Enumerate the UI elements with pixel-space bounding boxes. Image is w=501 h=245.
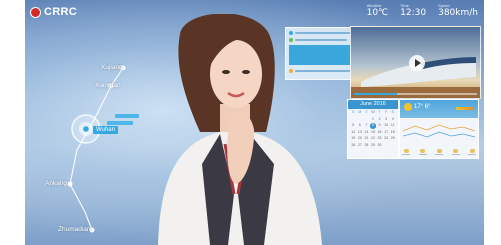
forecast-icon (453, 149, 458, 153)
notification-text-line (295, 39, 347, 41)
stop-label-ankang: Ankang (45, 180, 68, 187)
calendar-grid: S M T W T F S 1 2 3 4 5 6 7 8 9 10 11 12 13 14 15 16 17 18 19 20 21… (348, 109, 398, 149)
status-weather-value: 10℃ (366, 8, 389, 18)
calendar-day (383, 143, 390, 149)
weather-temp: 17° 6° (414, 104, 431, 110)
calendar-widget[interactable]: June 2016 S M T W T F S 1 2 3 4 5 6 7 8 9 10 11 12 13 14 15 16… (347, 99, 399, 159)
forecast-text (451, 154, 460, 155)
calendar-day[interactable]: 1 (370, 117, 377, 123)
calendar-day[interactable]: 4 (389, 117, 396, 123)
forecast-text (435, 154, 443, 155)
calendar-day[interactable]: 18 (389, 130, 396, 136)
stop-label-xiangfan: Xiangfan (95, 82, 121, 89)
calendar-day[interactable]: 11 (389, 123, 396, 129)
calendar-weekday: S (391, 110, 394, 114)
forecast-icon (403, 149, 409, 153)
status-speed: Speed 380km/h (438, 3, 478, 18)
calendar-day[interactable]: 8 (369, 123, 377, 129)
forecast-text (468, 154, 476, 155)
current-stop-tag: Wuhan (93, 126, 118, 134)
temperature-graph (403, 124, 475, 138)
notification-dot-icon (289, 69, 293, 73)
notification-dot-icon (289, 38, 293, 42)
stop-label-xujiang: Xujiang (101, 64, 123, 71)
status-bar: Weather 10℃ Time 12:30 Speed 380km/h (367, 3, 478, 18)
status-weather: Weather 10℃ (367, 3, 389, 18)
forecast-day (451, 149, 460, 155)
status-speed-label: Speed (438, 3, 450, 8)
calendar-day[interactable]: 10 (383, 123, 390, 129)
calendar-day[interactable]: 7 (363, 123, 370, 129)
calendar-day[interactable]: 20 (357, 136, 364, 142)
calendar-day[interactable]: 6 (357, 123, 364, 129)
calendar-day[interactable]: 27 (357, 143, 364, 149)
video-progress-fill (354, 93, 398, 95)
calendar-day (357, 117, 364, 123)
notification-text-line (295, 32, 355, 34)
notification-dot-icon (289, 31, 293, 35)
stop-label-zhumadian: Zhumadian (58, 226, 91, 233)
calendar-weekday: F (385, 110, 388, 114)
forecast-day (418, 149, 427, 155)
forecast-text (402, 154, 410, 155)
forecast-icon (436, 149, 442, 153)
calendar-day[interactable]: 13 (357, 130, 364, 136)
forecast-text (418, 154, 427, 155)
status-speed-value: 380km/h (438, 8, 478, 18)
forecast-row (402, 149, 476, 155)
calendar-weekday: W (371, 110, 375, 114)
calendar-month: June 2016 (348, 100, 398, 109)
forecast-day (402, 149, 410, 155)
stop-dot-wuhan[interactable] (83, 126, 89, 132)
calendar-day[interactable]: 29 (370, 143, 377, 149)
status-time-label: Time (400, 3, 409, 8)
notification-text-line (295, 70, 351, 72)
weather-widget[interactable]: 17° 6° (399, 99, 479, 159)
calendar-weekday: M (358, 110, 362, 114)
calendar-day (389, 143, 396, 149)
calendar-day[interactable]: 25 (389, 136, 396, 142)
calendar-day[interactable]: 24 (383, 136, 390, 142)
calendar-day[interactable]: 17 (383, 130, 390, 136)
status-time-value: 12:30 (400, 8, 427, 18)
play-icon[interactable] (409, 55, 425, 71)
video-player[interactable] (350, 26, 481, 99)
video-progress[interactable] (354, 93, 477, 95)
calendar-day[interactable]: 3 (383, 117, 390, 123)
stop-info-tag (115, 114, 139, 118)
stop-info-tag (107, 121, 133, 125)
forecast-day (468, 149, 476, 155)
forecast-icon (469, 149, 475, 153)
sun-icon (404, 103, 412, 111)
calendar-day[interactable]: 15 (370, 130, 377, 136)
air-quality-bar (456, 107, 474, 110)
status-time: Time 12:30 (400, 3, 426, 18)
infotainment-screen: CRRC Weather 10℃ Time 12:30 Speed 380km/… (25, 0, 484, 245)
forecast-icon (420, 149, 425, 153)
stop-dot-ankang[interactable] (67, 181, 73, 187)
weather-header: 17° 6° (400, 100, 478, 118)
calendar-day[interactable]: 22 (370, 136, 377, 142)
status-weather-label: Weather (366, 3, 382, 8)
forecast-day (435, 149, 443, 155)
